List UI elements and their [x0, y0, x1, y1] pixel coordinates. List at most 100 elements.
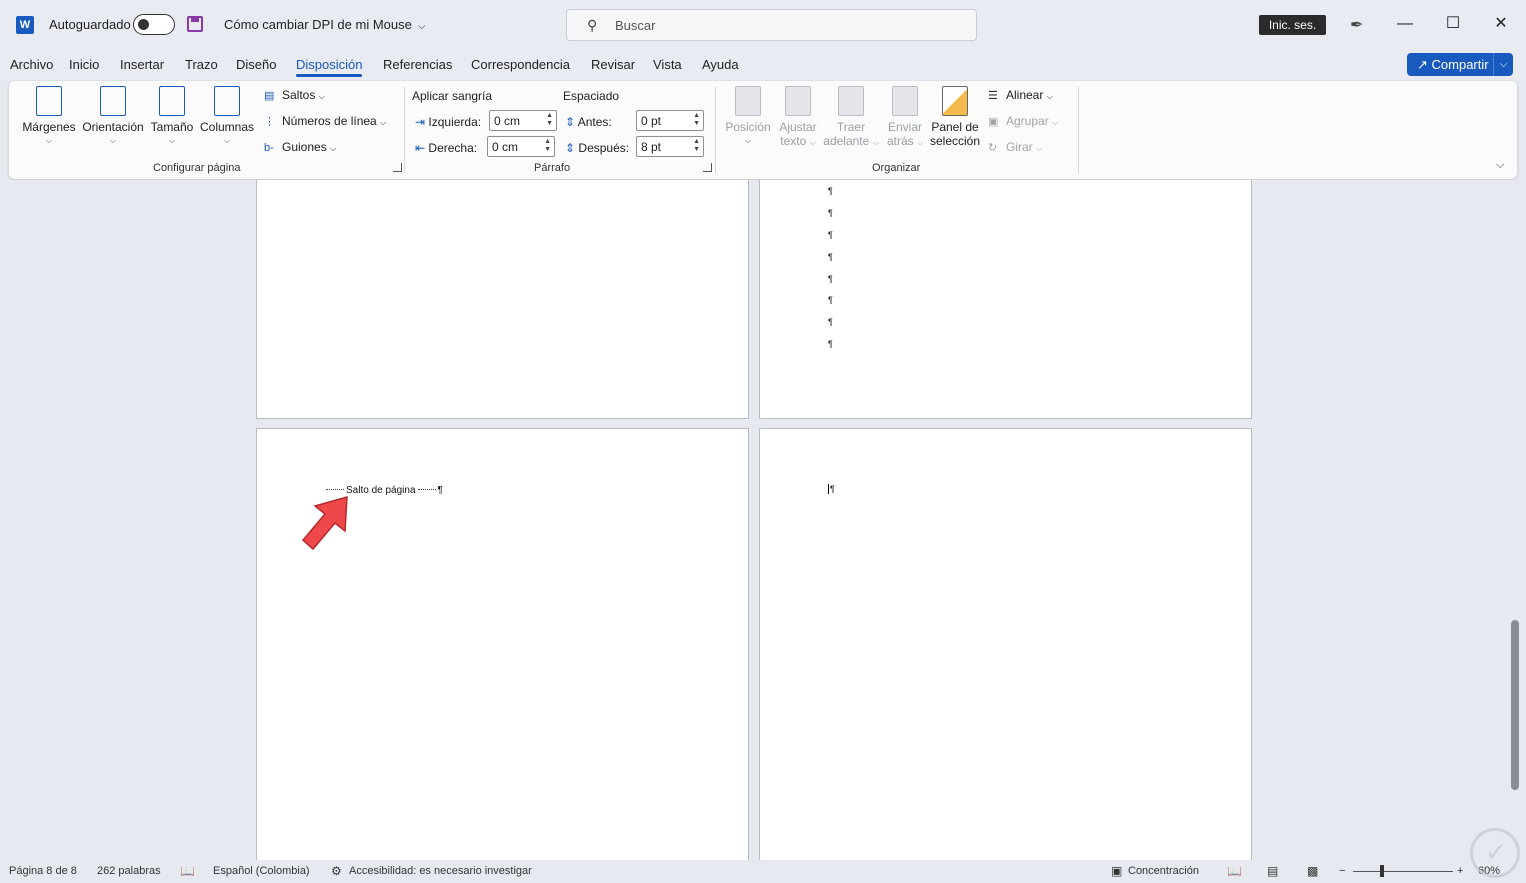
- tab-ayuda[interactable]: Ayuda: [702, 57, 739, 72]
- send-backward-label-2: atrás: [886, 134, 914, 148]
- print-layout-icon[interactable]: ▤: [1267, 864, 1278, 878]
- document-canvas[interactable]: ¶ ¶ ¶ ¶ ¶ ¶ ¶ ¶ Salto de página ¶ ¶: [0, 180, 1526, 860]
- size-button[interactable]: Tamaño ⌵: [147, 86, 197, 146]
- indent-right-text: Derecha:: [428, 141, 478, 155]
- share-button[interactable]: ↗ Compartir ⌵: [1407, 53, 1513, 76]
- spacing-after-icon: ⇕: [565, 141, 576, 155]
- tab-vista[interactable]: Vista: [653, 57, 682, 72]
- tab-referencias[interactable]: Referencias: [383, 57, 452, 72]
- wrap-text-label-2: texto: [780, 134, 807, 148]
- margins-label: Márgenes: [22, 120, 76, 134]
- tab-revisar[interactable]: Revisar: [591, 57, 635, 72]
- indent-right-value: 0 cm: [492, 140, 519, 154]
- page-setup-launcher-icon[interactable]: [393, 163, 402, 172]
- line-numbers-button[interactable]: ⋮ Números de línea ⌵: [264, 114, 386, 128]
- search-input[interactable]: ⚲ Buscar: [566, 9, 977, 41]
- tab-trazo[interactable]: Trazo: [185, 57, 218, 72]
- accessibility-icon: ⚙: [331, 864, 342, 878]
- send-backward-icon: [892, 86, 918, 116]
- tab-archivo[interactable]: Archivo: [10, 57, 53, 72]
- accessibility-status[interactable]: Accesibilidad: es necesario investigar: [349, 865, 532, 877]
- wrap-text-button[interactable]: Ajustar texto ⌵: [773, 86, 823, 148]
- word-count[interactable]: 262 palabras: [97, 865, 161, 877]
- spacing-before-text: Antes:: [577, 115, 612, 129]
- page-6[interactable]: [256, 180, 749, 419]
- tab-diseno[interactable]: Diseño: [236, 57, 276, 72]
- page-break-dots: [326, 489, 344, 490]
- columns-button[interactable]: Columnas ⌵: [198, 86, 256, 146]
- chevron-down-icon: ⌵: [1036, 144, 1043, 153]
- rotate-icon: ↻: [988, 142, 998, 154]
- zoom-slider-thumb[interactable]: [1380, 865, 1384, 877]
- align-icon: ☰: [988, 90, 998, 102]
- tab-correspondencia[interactable]: Correspondencia: [471, 57, 570, 72]
- line-numbers-label: Números de línea: [282, 114, 377, 128]
- save-icon[interactable]: [187, 16, 203, 32]
- close-button[interactable]: ✕: [1489, 12, 1513, 36]
- share-dropdown-icon[interactable]: ⌵: [1493, 53, 1513, 76]
- paragraph-group-label: Párrafo: [534, 162, 571, 174]
- chevron-down-icon: ⌵: [1052, 118, 1059, 127]
- group-label-text: Agrupar: [1006, 114, 1049, 128]
- align-button[interactable]: ☰ Alinear ⌵: [988, 88, 1053, 102]
- breaks-button[interactable]: ▤ Saltos ⌵: [264, 88, 325, 102]
- spacing-after-value: 8 pt: [641, 140, 662, 154]
- orientation-button[interactable]: Orientación ⌵: [80, 86, 146, 146]
- paragraph-mark: ¶: [828, 252, 833, 262]
- document-title[interactable]: Cómo cambiar DPI de mi Mouse ⌵: [224, 17, 425, 32]
- indent-right-input[interactable]: 0 cm ▲ ▼: [487, 136, 555, 157]
- sign-in-button[interactable]: Inic. ses.: [1259, 15, 1326, 35]
- margins-button[interactable]: Márgenes ⌵: [19, 86, 79, 146]
- web-layout-icon[interactable]: ▩: [1307, 864, 1318, 878]
- maximize-button[interactable]: ☐: [1441, 12, 1465, 36]
- page-8[interactable]: ¶: [759, 428, 1252, 860]
- position-button[interactable]: Posición ⌵: [721, 86, 775, 146]
- group-separator: [404, 87, 405, 173]
- page-count[interactable]: Página 8 de 8: [9, 865, 77, 877]
- tab-inicio[interactable]: Inicio: [69, 57, 99, 72]
- selection-pane-button[interactable]: Panel de selección: [927, 86, 983, 148]
- bring-forward-label-2: adelante: [823, 134, 870, 148]
- autosave-toggle[interactable]: [133, 14, 175, 35]
- paragraph-launcher-icon[interactable]: [703, 163, 712, 172]
- breaks-icon: ▤: [264, 90, 275, 102]
- autosave-label: Autoguardado: [49, 17, 131, 32]
- zoom-out-icon[interactable]: −: [1339, 865, 1345, 877]
- indent-left-input[interactable]: 0 cm ▲ ▼: [489, 110, 557, 131]
- spinner-arrows-icon[interactable]: ▲ ▼: [546, 112, 553, 128]
- align-label: Alinear: [1006, 88, 1044, 102]
- hyphenation-button[interactable]: b‑ Guiones ⌵: [264, 140, 336, 154]
- share-icon: ↗: [1417, 57, 1432, 72]
- minimize-button[interactable]: —: [1393, 12, 1417, 36]
- paragraph-mark: ¶: [828, 317, 833, 327]
- focus-mode-button[interactable]: Concentración: [1128, 865, 1199, 877]
- spacing-after-text: Después:: [578, 141, 630, 155]
- proofing-book-icon[interactable]: 📖: [180, 864, 195, 878]
- wrap-text-icon: [785, 86, 811, 116]
- vertical-scrollbar[interactable]: [1511, 620, 1519, 790]
- page-7-left[interactable]: Salto de página ¶: [256, 428, 749, 860]
- spacing-before-input[interactable]: 0 pt ▲ ▼: [636, 110, 704, 131]
- bring-forward-button[interactable]: Traer adelante ⌵: [821, 86, 881, 148]
- spacing-after-input[interactable]: 8 pt ▲ ▼: [636, 136, 704, 157]
- language-indicator[interactable]: Español (Colombia): [213, 865, 310, 877]
- collapse-ribbon-icon[interactable]: ⌵: [1496, 159, 1504, 172]
- tab-insertar[interactable]: Insertar: [120, 57, 164, 72]
- spinner-arrows-icon[interactable]: ▲ ▼: [693, 112, 700, 128]
- rotate-button[interactable]: ↻ Girar ⌵: [988, 140, 1042, 154]
- page-7[interactable]: ¶ ¶ ¶ ¶ ¶ ¶ ¶ ¶: [759, 180, 1252, 419]
- zoom-in-icon[interactable]: +: [1457, 865, 1463, 877]
- chevron-down-icon: ⌵: [417, 21, 426, 32]
- zoom-slider[interactable]: [1353, 871, 1453, 872]
- chevron-down-icon: ⌵: [318, 92, 325, 101]
- spinner-arrows-icon[interactable]: ▲ ▼: [693, 138, 700, 154]
- spinner-arrows-icon[interactable]: ▲ ▼: [544, 138, 551, 154]
- designer-brush-icon[interactable]: ✒: [1350, 15, 1363, 35]
- group-button[interactable]: ▣ Agrupar ⌵: [988, 114, 1058, 128]
- send-backward-button[interactable]: Enviar atrás ⌵: [882, 86, 928, 148]
- chevron-down-icon: ⌵: [1046, 92, 1053, 101]
- status-bar: Página 8 de 8 262 palabras 📖 Español (Co…: [0, 860, 1526, 883]
- read-mode-icon[interactable]: 📖: [1227, 864, 1242, 878]
- tab-disposicion[interactable]: Disposición: [296, 57, 363, 77]
- chevron-down-icon: ⌵: [45, 136, 53, 145]
